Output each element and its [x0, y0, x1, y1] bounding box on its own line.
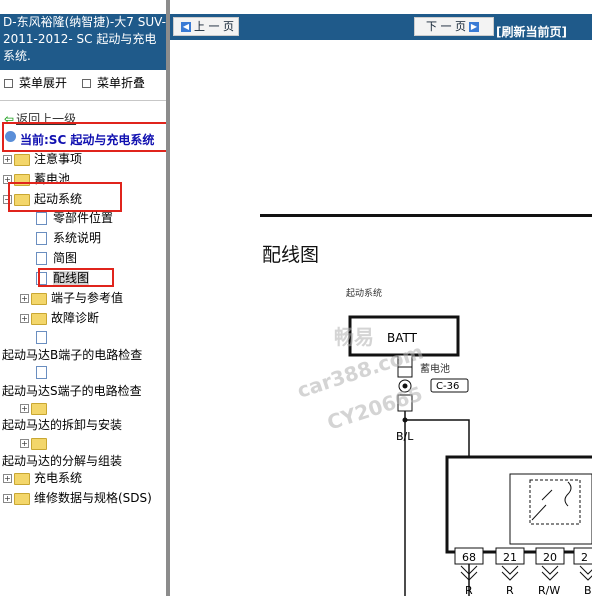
tree-item-schematic[interactable]: 简图 [36, 249, 77, 267]
folder-icon [14, 153, 30, 166]
document-icon [36, 232, 47, 245]
tree-item-doc[interactable] [36, 363, 53, 381]
expand-plus-icon[interactable]: + [3, 155, 12, 164]
tree-item-diagnosis[interactable]: + 故障诊断 [20, 309, 99, 327]
folder-icon [31, 437, 47, 450]
content-pane: ◀ 上 一 页 下 一 页 ▶ [刷新当前页] 配线图 起动系统 BATT 蓄电池 … [170, 0, 592, 596]
expand-plus-icon[interactable]: + [20, 404, 29, 413]
expand-plus-icon[interactable]: + [20, 314, 29, 323]
collapse-icon [82, 79, 91, 88]
divider [0, 100, 166, 101]
wire-color-label: R/W [538, 584, 560, 596]
current-section-label: 当前:SC 起动与充电系统 [20, 133, 155, 147]
tree-item-specs[interactable]: + 维修数据与规格(SDS) [3, 489, 152, 507]
tree-item-folder[interactable]: + [20, 399, 51, 417]
tree-item-removal-install[interactable]: 起动马达的拆卸与安装 [2, 416, 122, 434]
pin-chevron [501, 571, 519, 581]
wiring-diagram-highlight [38, 268, 114, 287]
pin-chevron [541, 565, 559, 575]
document-icon [36, 331, 47, 344]
starting-system-highlight [8, 182, 122, 212]
document-title: D-东风裕隆(纳智捷)-大7 SUV-2011-2012- SC 起动与充电系统… [0, 14, 166, 70]
folder-icon [31, 402, 47, 415]
wiring-diagram: BATT 蓄电池 C-36 B/L 68R21R20R/W2B 畅易 car38… [294, 315, 592, 596]
folder-icon [31, 292, 47, 305]
globe-icon [5, 131, 16, 142]
pin-number: 2 [581, 551, 588, 564]
folder-icon [14, 472, 30, 485]
tree-item-component-location[interactable]: 零部件位置 [36, 209, 113, 227]
current-section-highlight: 当前:SC 起动与充电系统 [2, 122, 166, 152]
module-box [445, 455, 592, 554]
tree-item-system-description[interactable]: 系统说明 [36, 229, 101, 247]
tree-item-charging-system[interactable]: + 充电系统 [3, 469, 82, 487]
tree-item-b-terminal-check[interactable]: 起动马达B端子的电路检查 [2, 346, 142, 364]
tree-item-terminals[interactable]: + 端子与参考值 [20, 289, 123, 307]
expand-plus-icon[interactable]: + [20, 439, 29, 448]
connector-label: C-36 [436, 381, 459, 392]
tree-item-s-terminal-check[interactable]: 起动马达S端子的电路检查 [2, 382, 142, 400]
wire-color-label: B [584, 584, 592, 596]
pin-chevron [501, 565, 519, 575]
folder-icon [31, 312, 47, 325]
pin-number: 21 [503, 551, 517, 564]
expand-plus-icon[interactable]: + [20, 294, 29, 303]
document-icon [36, 212, 47, 225]
document-icon [36, 252, 47, 265]
expand-icon [4, 79, 13, 88]
menu-collapse-button[interactable]: 菜单折叠 [82, 74, 145, 91]
menu-expand-button[interactable]: 菜单展开 [4, 74, 67, 91]
connector-pins: 68 R 21 R 20 R/W 2 B [454, 547, 592, 596]
wire-color-label: R [465, 584, 473, 596]
document-icon [36, 366, 47, 379]
svg-text:畅易: 畅易 [334, 325, 374, 349]
expand-plus-icon[interactable]: + [3, 474, 12, 483]
pin-number: 20 [543, 551, 557, 564]
tree-item-folder[interactable]: + [20, 434, 51, 452]
pin-chevron [541, 571, 559, 581]
expand-plus-icon[interactable]: + [3, 494, 12, 503]
left-navigation-pane: D-东风裕隆(纳智捷)-大7 SUV-2011-2012- SC 起动与充电系统… [0, 0, 166, 596]
folder-icon [14, 492, 30, 505]
pin-chevron [579, 565, 592, 575]
battery-label: 蓄电池 [420, 362, 450, 375]
tree-item-notes[interactable]: + 注意事项 [3, 150, 82, 168]
wire-color-label: R [506, 584, 514, 596]
tree-item-disassembly[interactable]: 起动马达的分解与组装 [2, 452, 122, 470]
tree-item-doc[interactable] [36, 328, 53, 346]
pin-number: 68 [462, 551, 476, 564]
pin-chevron [579, 571, 592, 581]
wire-color-bl: B/L [396, 430, 414, 443]
